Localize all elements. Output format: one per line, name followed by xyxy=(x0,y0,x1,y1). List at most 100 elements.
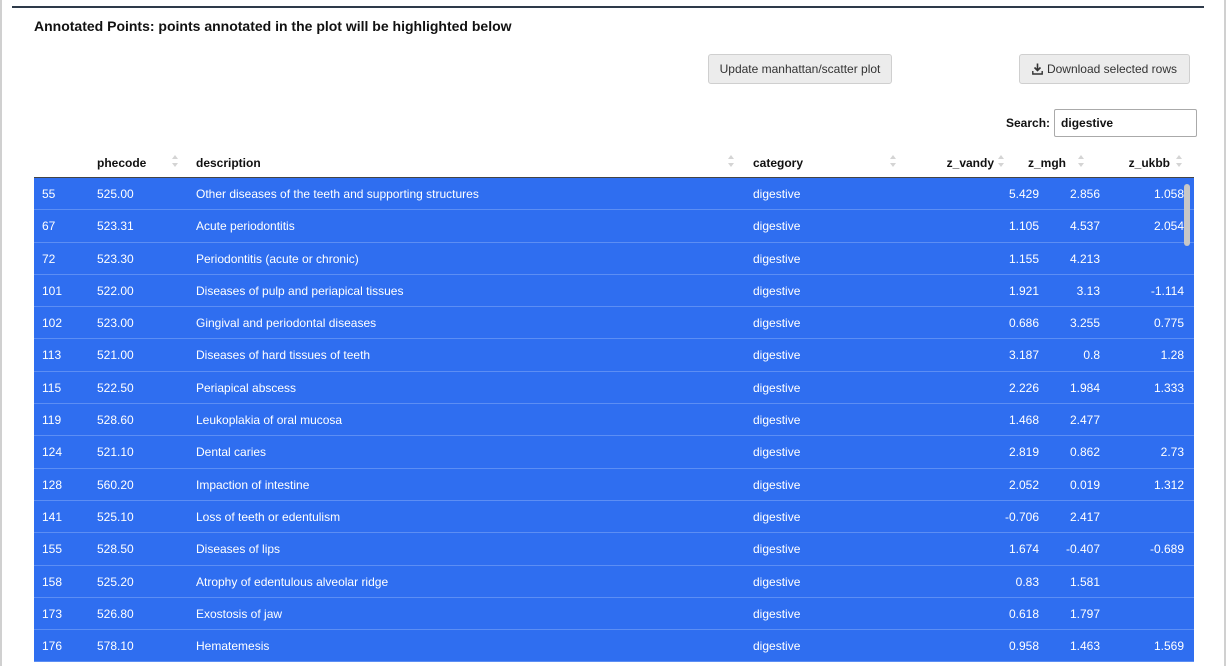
z-mgh-cell: 4.537 xyxy=(1069,219,1100,234)
phecode-cell: 521.00 xyxy=(97,348,134,363)
phecode-cell: 578.10 xyxy=(97,639,134,654)
description-cell: Loss of teeth or edentulism xyxy=(196,509,341,524)
z-mgh-cell: 0.019 xyxy=(1069,477,1100,492)
description-cell: Diseases of pulp and periapical tissues xyxy=(196,283,404,298)
description-cell: Diseases of hard tissues of teeth xyxy=(196,348,371,363)
table-row[interactable]: 115 522.50 Periapical abscess digestive … xyxy=(34,371,1194,405)
z-mgh-cell: 0.8 xyxy=(1083,348,1100,363)
column-header-category[interactable]: category xyxy=(753,148,893,178)
table-row[interactable]: 158 525.20 Atrophy of edentulous alveola… xyxy=(34,565,1194,598)
z-ukbb-cell: 1.312 xyxy=(1153,477,1184,492)
phecode-cell: 528.50 xyxy=(97,542,134,557)
z-vandy-cell: 5.429 xyxy=(1008,187,1039,201)
column-header-z-mgh[interactable]: z_mgh xyxy=(1014,148,1066,178)
z-ukbb-cell: 2.73 xyxy=(1160,445,1184,460)
category-cell: digestive xyxy=(753,219,801,234)
z-mgh-cell: 1.984 xyxy=(1069,380,1100,395)
table-row[interactable]: 67 523.31 Acute periodontitis digestive … xyxy=(34,210,1194,243)
z-mgh-cell: 2.417 xyxy=(1069,509,1100,524)
table-row[interactable]: 141 525.10 Loss of teeth or edentulism d… xyxy=(34,500,1194,534)
column-header-z-ukbb[interactable]: z_ukbb xyxy=(1104,148,1170,178)
download-selected-label: Download selected rows xyxy=(1046,62,1178,76)
table-row[interactable]: 124 521.10 Dental caries digestive 2.819… xyxy=(34,436,1194,469)
category-cell: digestive xyxy=(753,606,801,621)
update-plot-button[interactable]: Update manhattan/scatter plot xyxy=(708,54,892,84)
sort-both-icon xyxy=(728,155,734,167)
z-ukbb-cell: 1.569 xyxy=(1153,639,1184,654)
z-mgh-cell: 3.255 xyxy=(1069,316,1100,331)
description-cell: Acute periodontitis xyxy=(196,219,295,234)
phecode-cell: 526.80 xyxy=(97,606,134,621)
table-row[interactable]: 173 526.80 Exostosis of jaw digestive 0.… xyxy=(34,597,1194,631)
table-body: 55 525.00 Other diseases of the teeth an… xyxy=(34,178,1194,668)
row-index: 101 xyxy=(42,283,63,298)
row-index: 141 xyxy=(42,509,63,524)
category-cell: digestive xyxy=(753,251,801,266)
phecode-cell: 523.00 xyxy=(97,316,134,331)
z-mgh-cell: 0.862 xyxy=(1069,445,1100,460)
description-cell: Impaction of intestine xyxy=(196,477,310,492)
sort-both-icon xyxy=(998,155,1004,167)
z-mgh-cell: -0.407 xyxy=(1065,542,1100,557)
category-cell: digestive xyxy=(753,413,801,428)
sort-both-icon xyxy=(1078,155,1084,167)
z-ukbb-cell: 1.058 xyxy=(1153,187,1184,201)
column-header-description[interactable]: description xyxy=(196,148,736,178)
update-plot-label: Update manhattan/scatter plot xyxy=(719,62,881,76)
category-cell: digestive xyxy=(753,574,801,589)
download-selected-button[interactable]: Download selected rows xyxy=(1019,54,1190,84)
category-cell: digestive xyxy=(753,283,801,298)
row-index: 67 xyxy=(42,219,56,234)
phecode-cell: 525.10 xyxy=(97,509,134,524)
category-cell: digestive xyxy=(753,542,801,557)
category-cell: digestive xyxy=(753,316,801,331)
phecode-cell: 525.20 xyxy=(97,574,134,589)
z-vandy-cell: 0.686 xyxy=(1008,316,1039,331)
table-row[interactable]: 72 523.30 Periodontitis (acute or chroni… xyxy=(34,242,1194,275)
row-index: 72 xyxy=(42,251,56,266)
row-index: 113 xyxy=(42,348,62,363)
table-row[interactable]: 119 528.60 Leukoplakia of oral mucosa di… xyxy=(34,404,1194,437)
z-vandy-cell: 0.958 xyxy=(1008,639,1039,654)
panel-title: Annotated Points: points annotated in th… xyxy=(34,18,512,34)
category-cell: digestive xyxy=(753,348,801,363)
table-row[interactable]: 102 523.00 Gingival and periodontal dise… xyxy=(34,307,1194,340)
description-cell: Periapical abscess xyxy=(196,380,297,395)
row-index: 158 xyxy=(42,574,63,589)
phecode-cell: 522.00 xyxy=(97,283,134,298)
z-vandy-cell: 2.052 xyxy=(1008,477,1039,492)
z-ukbb-cell: 1.333 xyxy=(1153,380,1184,395)
category-cell: digestive xyxy=(753,445,801,460)
table-row[interactable]: 101 522.00 Diseases of pulp and periapic… xyxy=(34,274,1194,308)
table-row[interactable]: 155 528.50 Diseases of lips digestive 1.… xyxy=(34,533,1194,566)
row-index: 176 xyxy=(42,639,63,654)
table-row[interactable]: 55 525.00 Other diseases of the teeth an… xyxy=(34,178,1194,211)
sort-both-icon xyxy=(890,155,896,167)
z-mgh-cell: 4.213 xyxy=(1069,251,1100,266)
z-mgh-cell: 1.797 xyxy=(1069,606,1100,621)
table-scrollbar[interactable] xyxy=(1184,184,1190,246)
search-label: Search: xyxy=(1006,116,1051,130)
column-header-z-vandy[interactable]: z_vandy xyxy=(924,148,994,178)
z-vandy-cell: -0.706 xyxy=(1004,509,1039,524)
category-cell: digestive xyxy=(753,509,801,524)
z-ukbb-cell: 1.28 xyxy=(1160,348,1184,363)
column-header-index[interactable] xyxy=(42,148,92,178)
table-row[interactable]: 113 521.00 Diseases of hard tissues of t… xyxy=(34,339,1194,372)
annotated-points-panel: Annotated Points: points annotated in th… xyxy=(12,6,1204,666)
table-row[interactable]: 176 578.10 Hematemesis digestive 0.958 1… xyxy=(34,630,1194,663)
z-vandy-cell: 0.83 xyxy=(1015,574,1039,589)
z-mgh-cell: 1.581 xyxy=(1069,574,1100,589)
category-cell: digestive xyxy=(753,477,801,492)
phecode-cell: 523.30 xyxy=(97,251,134,266)
search-input[interactable] xyxy=(1054,109,1198,137)
z-ukbb-cell: 0.775 xyxy=(1153,316,1184,331)
z-mgh-cell: 3.13 xyxy=(1076,283,1100,298)
description-cell: Dental caries xyxy=(196,445,267,460)
table-header: phecode description category z_vandy z_m… xyxy=(34,148,1194,178)
z-vandy-cell: 2.819 xyxy=(1008,445,1039,460)
description-cell: Other diseases of the teeth and supporti… xyxy=(196,187,479,201)
page-frame: Annotated Points: points annotated in th… xyxy=(0,0,1226,666)
table-row[interactable]: 128 560.20 Impaction of intestine digest… xyxy=(34,468,1194,501)
description-cell: Diseases of lips xyxy=(196,542,281,557)
